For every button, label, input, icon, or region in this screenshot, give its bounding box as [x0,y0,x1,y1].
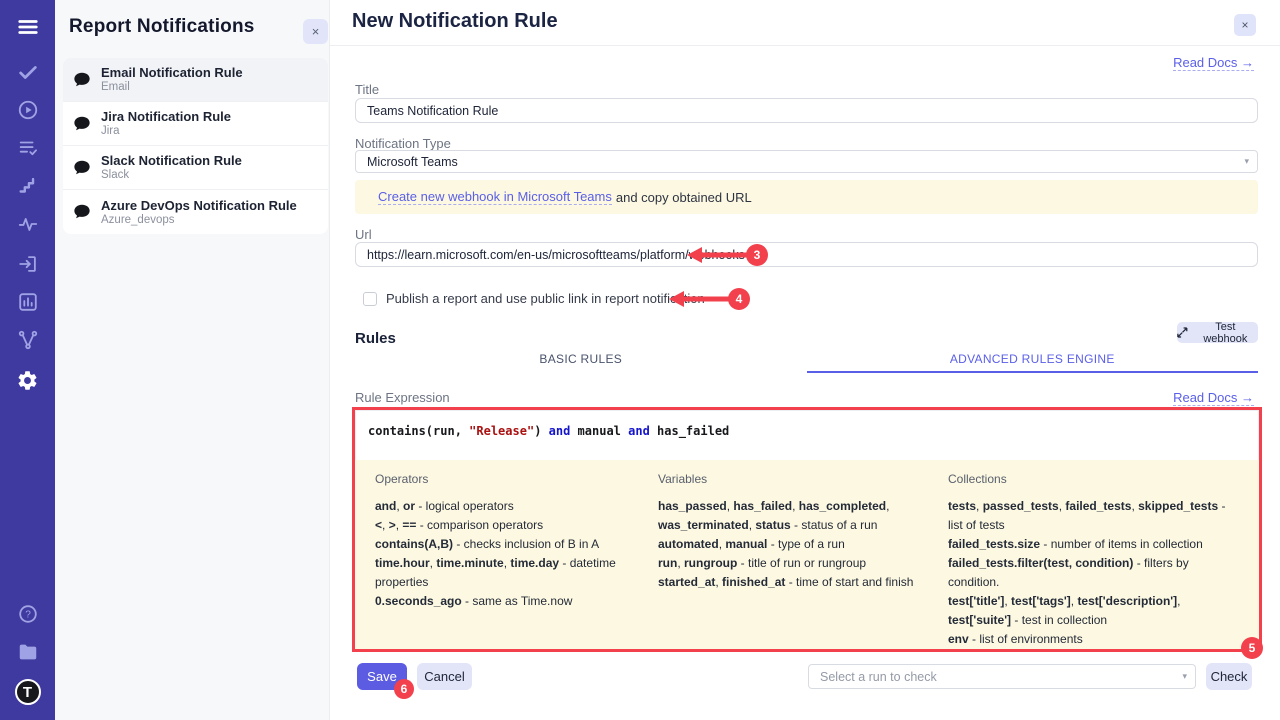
list-item-title: Jira Notification Rule [101,109,231,124]
expression-help-box: Operatorsand, or - logical operators<, >… [355,460,1259,649]
rules-tabs: BASIC RULESADVANCED RULES ENGINE [355,352,1258,373]
check-button[interactable]: Check [1206,663,1252,690]
run-select[interactable]: Select a run to check ▾ [808,664,1196,689]
help-icon: ? [17,603,39,625]
webhook-hint-box: Create new webhook in Microsoft Teams an… [355,180,1258,214]
publish-report-checkbox[interactable] [363,292,377,306]
annotation-arrow-4 [668,290,732,308]
list-item-subtitle: Slack [101,168,242,182]
play-circle-icon [17,99,39,121]
help-column-collections: Collectionstests, passed_tests, failed_t… [948,472,1249,649]
menu-button[interactable] [0,11,55,43]
url-label: Url [355,227,372,242]
avatar-t-icon: T [15,679,41,705]
list-item[interactable]: Email Notification RuleEmail [63,58,328,102]
title-label: Title [355,82,379,97]
header-divider [330,45,1280,46]
gear-icon [16,369,39,392]
annotation-arrow-3 [686,246,750,264]
rail-item-branches[interactable] [0,324,55,356]
test-webhook-label: Test webhook [1193,321,1258,345]
list-item[interactable]: Jira Notification RuleJira [63,102,328,146]
publish-report-row: Publish a report and use public link in … [363,291,705,306]
annotation-badge-6: 6 [394,679,414,699]
rules-heading: Rules [355,330,396,347]
rail-item-reports[interactable] [0,286,55,318]
speech-bubble-icon [73,71,91,89]
bar-chart-icon [17,291,39,313]
panel-close-button[interactable]: × [303,19,328,44]
rule-expression-code: contains(run, "Release") and manual and … [368,424,1258,438]
rail-item-analytics[interactable] [0,208,55,240]
check-icon [17,61,39,83]
send-test-icon [1177,327,1188,338]
form-actions: Save Cancel Select a run to check ▾ Chec… [330,663,1280,691]
form-close-button[interactable]: × [1234,14,1256,36]
url-input[interactable] [355,242,1258,267]
new-notification-rule-form: New Notification Rule × Read Docs → Titl… [330,0,1280,720]
rail-item-milestones[interactable] [0,170,55,202]
annotation-badge-5: 5 [1241,637,1263,659]
annotation-frame: contains(run, "Release") and manual and … [352,407,1262,652]
rail-item-runs[interactable] [0,94,55,126]
cancel-button[interactable]: Cancel [417,663,472,690]
publish-report-label: Publish a report and use public link in … [386,291,705,306]
create-webhook-link[interactable]: Create new webhook in Microsoft Teams [378,189,612,205]
chevron-down-icon: ▾ [1182,671,1187,682]
read-docs-link[interactable]: Read Docs → [1173,55,1254,71]
svg-text:?: ? [25,610,31,621]
notification-type-label: Notification Type [355,136,451,151]
webhook-hint-text: and copy obtained URL [616,190,752,205]
rail-item-import[interactable] [0,248,55,280]
rail-item-projects[interactable] [0,636,55,668]
list-item-subtitle: Email [101,80,243,94]
activity-icon [17,213,39,235]
user-avatar[interactable]: T [0,676,55,708]
help-column-operators: Operatorsand, or - logical operators<, >… [375,472,658,649]
run-select-placeholder: Select a run to check [820,670,937,684]
list-item-subtitle: Jira [101,124,231,138]
chevron-down-icon: ▾ [1244,156,1249,167]
menu-icon [17,16,39,38]
speech-bubble-icon [73,159,91,177]
panel-title: Report Notifications [69,16,255,38]
sign-in-icon [17,253,39,275]
steps-icon [17,175,39,197]
rules-read-docs-link[interactable]: Read Docs → [1173,390,1254,406]
page-title: New Notification Rule [352,10,558,33]
tab-advanced-rules-engine[interactable]: ADVANCED RULES ENGINE [807,352,1259,373]
app-window: ? T Report Notifications × Email Notific… [0,0,1280,720]
close-icon: × [312,24,320,39]
tab-basic-rules[interactable]: BASIC RULES [355,352,807,373]
folder-icon [17,641,39,663]
list-item[interactable]: Azure DevOps Notification RuleAzure_devo… [63,190,328,234]
notification-type-value: Microsoft Teams [367,155,458,169]
list-item-title: Email Notification Rule [101,65,243,80]
notification-type-select[interactable]: Microsoft Teams ▾ [355,150,1258,173]
branch-icon [17,329,39,351]
list-item-subtitle: Azure_devops [101,213,297,227]
annotation-badge-4: 4 [728,288,750,310]
notification-list: Email Notification RuleEmailJira Notific… [63,58,328,234]
rule-expression-editor[interactable]: contains(run, "Release") and manual and … [355,410,1259,460]
speech-bubble-icon [73,203,91,221]
title-input[interactable] [355,98,1258,123]
report-notifications-panel: Report Notifications × Email Notificatio… [55,0,330,720]
annotation-badge-3: 3 [746,244,768,266]
list-item[interactable]: Slack Notification RuleSlack [63,146,328,190]
test-webhook-button[interactable]: Test webhook [1177,322,1258,343]
help-column-variables: Variableshas_passed, has_failed, has_com… [658,472,948,649]
rail-item-tests[interactable] [0,56,55,88]
list-item-title: Slack Notification Rule [101,153,242,168]
list-item-title: Azure DevOps Notification Rule [101,198,297,213]
close-icon: × [1241,18,1248,32]
speech-bubble-icon [73,115,91,133]
list-check-icon [17,137,39,159]
rule-expression-label: Rule Expression [355,390,450,405]
rail-item-help[interactable]: ? [0,598,55,630]
rail-item-plans[interactable] [0,132,55,164]
rail-item-settings[interactable] [0,364,55,396]
icon-rail: ? T [0,0,55,720]
